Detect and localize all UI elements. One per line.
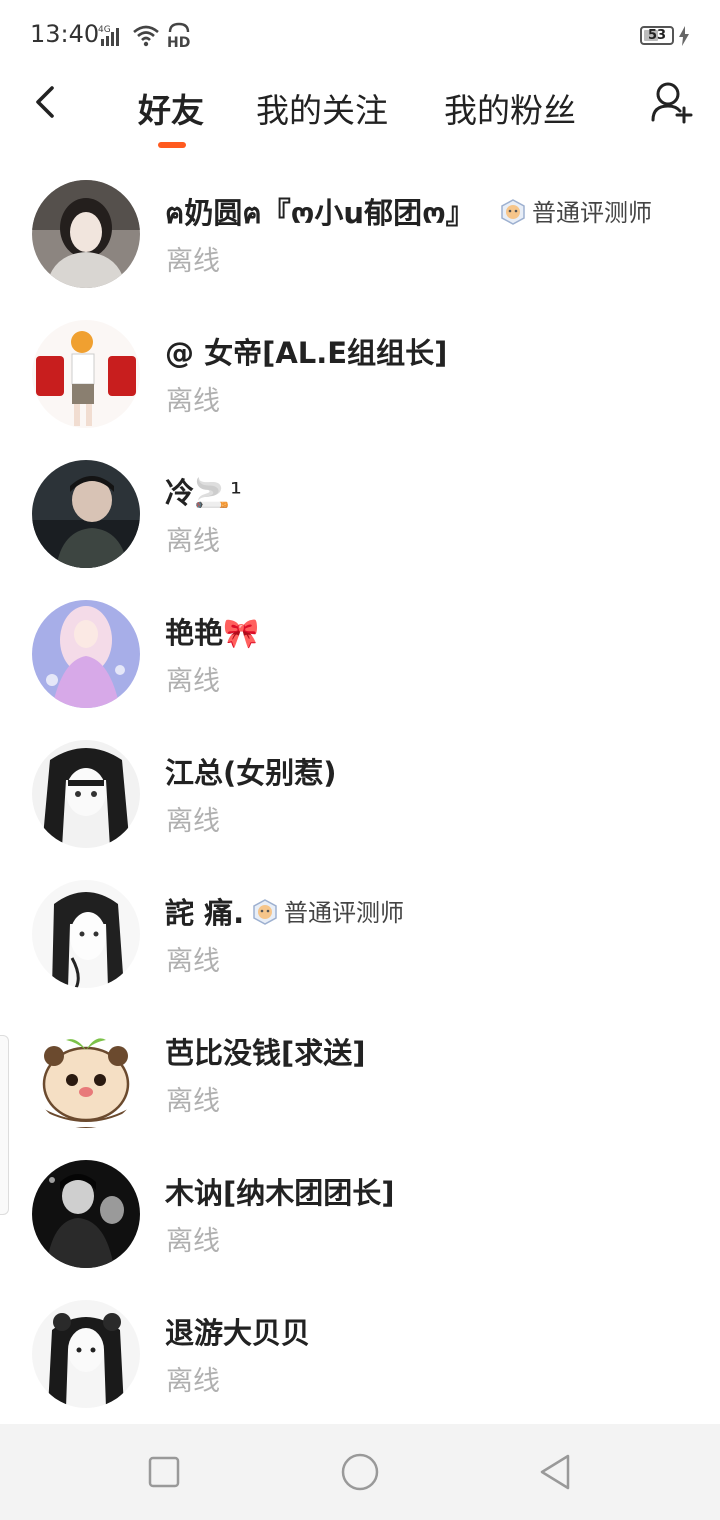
friend-status: 离线 [166,1086,220,1117]
avatar[interactable] [32,600,140,708]
home-icon[interactable] [340,1452,380,1492]
friend-status: 离线 [166,666,220,697]
friend-item[interactable]: 木讷[纳木团团长] 离线 [0,1150,720,1290]
friend-status: 离线 [166,1366,220,1397]
friend-item[interactable]: ฅ奶圆ฅ『ო小u郁团ო』 普通评测师 离线 [0,170,720,310]
friend-item[interactable]: 江总(女别惹) 离线 [0,730,720,870]
reviewer-badge: 普通评测师 [252,897,404,929]
avatar[interactable] [32,1300,140,1408]
friend-status: 离线 [166,806,220,837]
battery-icon: 53 [640,26,674,45]
friend-name: 江总(女别惹) [165,756,337,790]
recent-apps-icon[interactable] [144,1452,184,1492]
status-bar: 13:40 4G HD 53 [0,0,720,70]
avatar[interactable] [32,460,140,568]
friend-name: ฅ奶圆ฅ『ო小u郁团ო』 [165,196,475,230]
avatar[interactable] [32,180,140,288]
avatar[interactable] [32,740,140,848]
system-nav-bar [0,1424,720,1520]
svg-text:4G: 4G [98,25,111,35]
tab-following[interactable]: 我的关注 [256,84,388,132]
friend-status: 离线 [166,946,220,977]
reviewer-badge: 普通评测师 [500,197,652,229]
avatar[interactable] [32,880,140,988]
friend-item[interactable]: 詫 痛. 普通评测师 离线 [0,870,720,1010]
cellular-signal-icon: 4G [98,25,119,46]
friend-status: 离线 [166,526,220,557]
friend-item[interactable]: 芭比没钱[求送] 离线 [0,1010,720,1150]
friend-name: 芭比没钱[求送] [165,1036,366,1070]
friend-name: 木讷[纳木团团长] [165,1176,395,1210]
status-icons: 4G HD [98,22,192,50]
friend-item[interactable]: @ 女帝[AL.E组组长] 离线 [0,310,720,450]
badge-label: 普通评测师 [532,199,652,227]
status-time: 13:40 [30,20,100,48]
tab-friends[interactable]: 好友 [138,84,204,132]
active-tab-indicator [158,142,186,148]
reviewer-badge-icon [253,899,277,925]
friend-item[interactable]: 冷🚬¹ 离线 [0,450,720,590]
avatar[interactable] [32,1020,140,1128]
svg-text:HD: HD [167,35,190,50]
system-back-icon[interactable] [536,1452,576,1492]
friend-status: 离线 [166,386,220,417]
side-drawer-handle[interactable] [0,1035,9,1215]
friend-name: 詫 痛. [165,896,245,930]
charging-bolt-icon [679,26,689,46]
battery-level-text: 53 [647,28,667,43]
avatar[interactable] [32,1160,140,1268]
back-arrow-icon[interactable] [30,84,66,120]
badge-label: 普通评测师 [284,899,404,927]
friend-name: 退游大贝贝 [165,1316,311,1350]
add-friend-icon[interactable] [650,78,694,126]
friend-item[interactable]: 艳艳🎀 离线 [0,590,720,730]
friend-name: 冷🚬¹ [165,476,242,510]
ribbon-emoji-icon: 🎀 [223,616,260,650]
friend-name: @ 女帝[AL.E组组长] [165,336,448,370]
friend-name: 艳艳🎀 [165,616,260,650]
friend-status: 离线 [166,1226,220,1257]
avatar[interactable] [32,320,140,428]
cigarette-emoji-icon: 🚬¹ [194,476,242,510]
reviewer-badge-icon [501,199,525,225]
nav-bar: 好友 我的关注 我的粉丝 [0,70,720,160]
wifi-icon [133,25,159,47]
friend-status: 离线 [166,246,220,277]
friend-item[interactable]: 退游大贝贝 离线 [0,1290,720,1430]
tab-followers[interactable]: 我的粉丝 [444,84,576,132]
hd-voice-icon: HD [167,22,191,50]
